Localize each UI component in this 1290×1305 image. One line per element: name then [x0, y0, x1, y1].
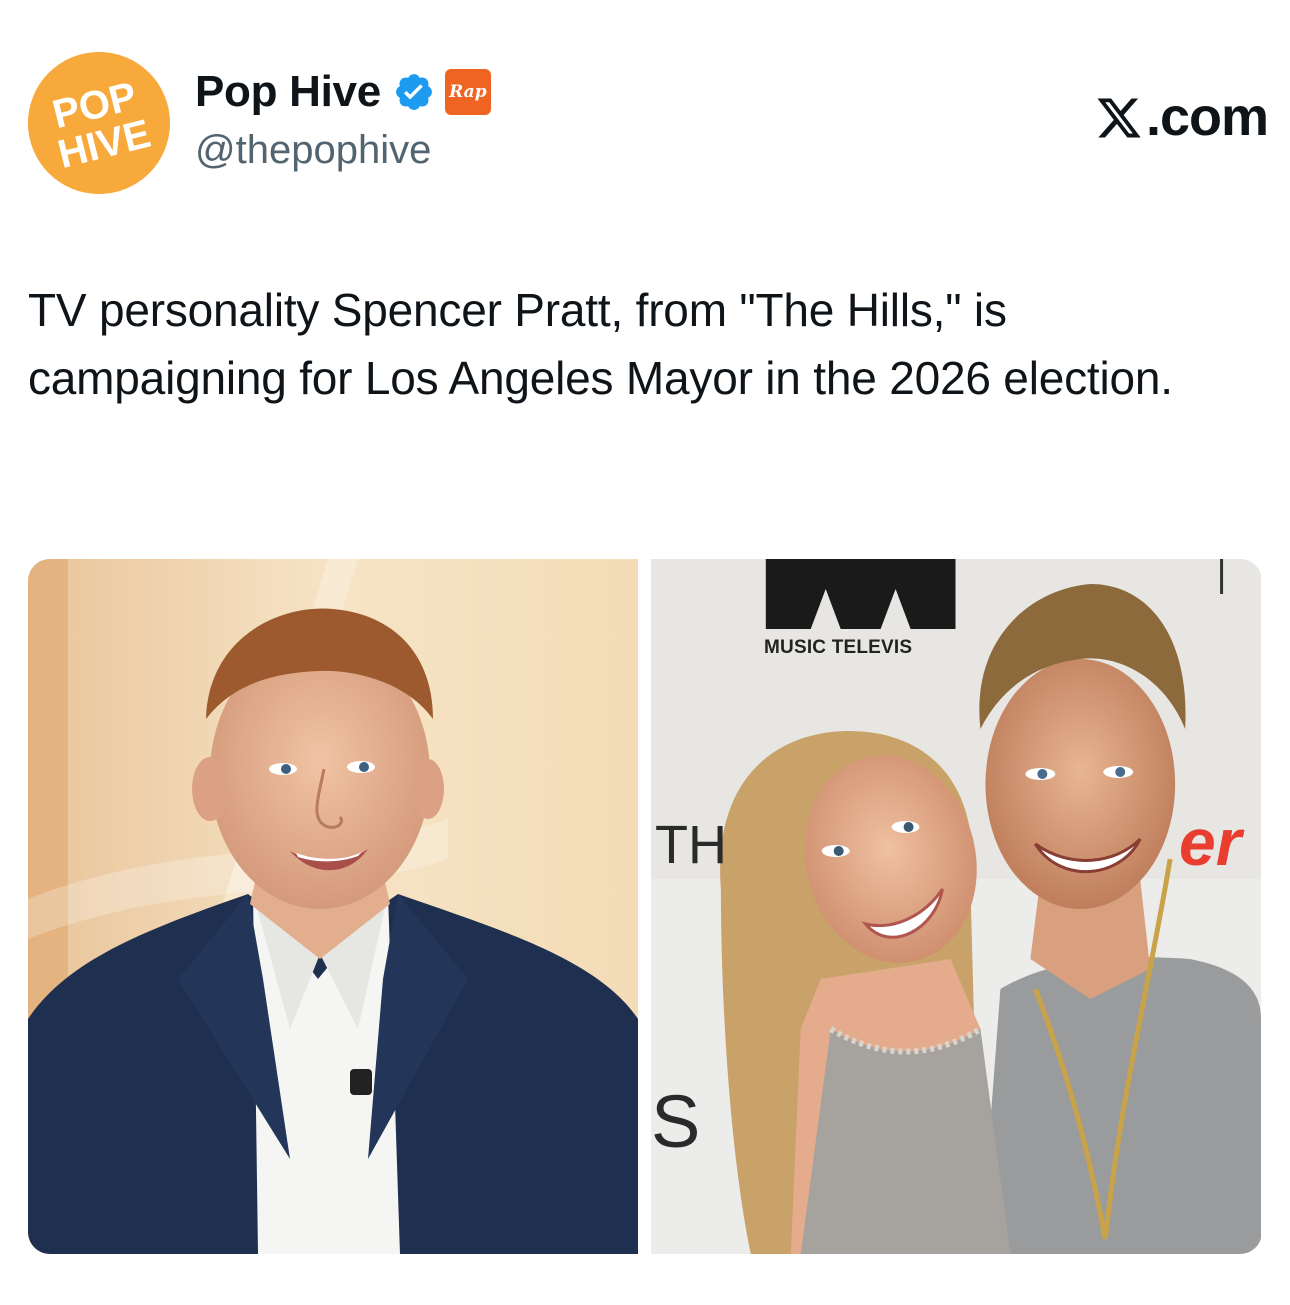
brand-label: .com [1145, 87, 1269, 147]
author-identity: Pop Hive Rap @thepophive [195, 66, 491, 173]
avatar[interactable]: POP HIVE [28, 52, 170, 194]
author-handle[interactable]: @thepophive [195, 128, 491, 173]
photo-right[interactable]: MUSIC TELEVIS TH S er [651, 559, 1262, 1254]
wall-text-er: er [1179, 805, 1242, 879]
photo-left[interactable] [28, 559, 638, 1254]
media-grid: MUSIC TELEVIS TH S er [28, 559, 1262, 1254]
mtv-caption: MUSIC TELEVIS [764, 637, 913, 658]
pophive-logo: POP HIVE [28, 52, 170, 194]
affiliate-badge-text: Rap [449, 82, 487, 102]
tweet-text: TV personality Spencer Pratt, from "The … [28, 284, 1173, 404]
display-name[interactable]: Pop Hive [195, 67, 381, 117]
spencer-heidi-mtv-photo [651, 559, 1261, 1254]
verified-badge-icon[interactable] [393, 71, 435, 113]
spencer-pratt-studio-photo [28, 559, 638, 1254]
x-com-watermark: .com [1094, 86, 1269, 148]
x-logo-icon [1094, 93, 1144, 141]
wall-text-s: S [651, 1080, 701, 1163]
affiliate-badge[interactable]: Rap [444, 69, 491, 115]
tweet-header: POP HIVE Pop Hive Rap @thepophive .com [28, 52, 1269, 197]
name-row: Pop Hive Rap [195, 66, 491, 118]
wall-text-th: TH [655, 815, 727, 875]
